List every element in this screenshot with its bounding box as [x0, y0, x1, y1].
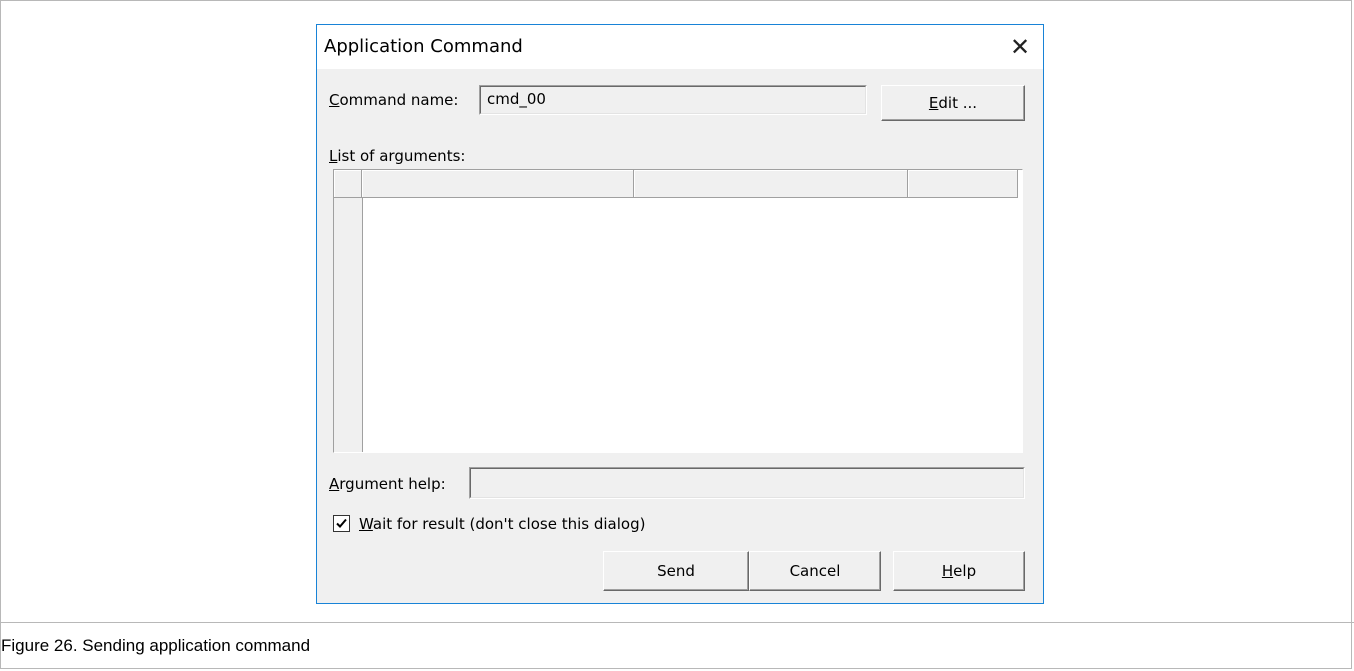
argument-help-field[interactable] — [469, 467, 1025, 499]
command-name-field[interactable]: cmd_00 — [479, 85, 867, 115]
wait-for-result-checkbox[interactable] — [333, 515, 350, 532]
command-name-label: Command name: — [329, 91, 459, 109]
corner-header-cell — [334, 170, 362, 198]
help-button[interactable]: Help — [893, 551, 1025, 591]
cancel-button[interactable]: Cancel — [749, 551, 881, 591]
figure-caption: Figure 26. Sending application command — [1, 636, 311, 655]
column-header-3[interactable] — [908, 170, 1018, 198]
application-command-dialog: Application Command ✕ Command name: cmd_… — [316, 24, 1044, 604]
list-of-arguments-label: List of arguments: — [329, 147, 466, 165]
wait-for-result-label[interactable]: Wait for result (don't close this dialog… — [359, 515, 645, 533]
checkmark-icon — [336, 518, 347, 528]
dialog-title: Application Command — [324, 36, 523, 57]
arguments-grid[interactable] — [333, 169, 1023, 453]
title-bar[interactable]: Application Command ✕ — [317, 25, 1043, 69]
column-header-1[interactable] — [362, 170, 634, 198]
column-header-2[interactable] — [634, 170, 908, 198]
edit-button[interactable]: Edit ... — [881, 85, 1025, 121]
send-button[interactable]: Send — [603, 551, 749, 591]
row-header-column — [334, 170, 363, 452]
command-name-value: cmd_00 — [487, 90, 546, 108]
argument-help-label: Argument help: — [329, 475, 446, 493]
caption-divider — [0, 622, 1354, 623]
close-icon[interactable]: ✕ — [1003, 31, 1037, 63]
